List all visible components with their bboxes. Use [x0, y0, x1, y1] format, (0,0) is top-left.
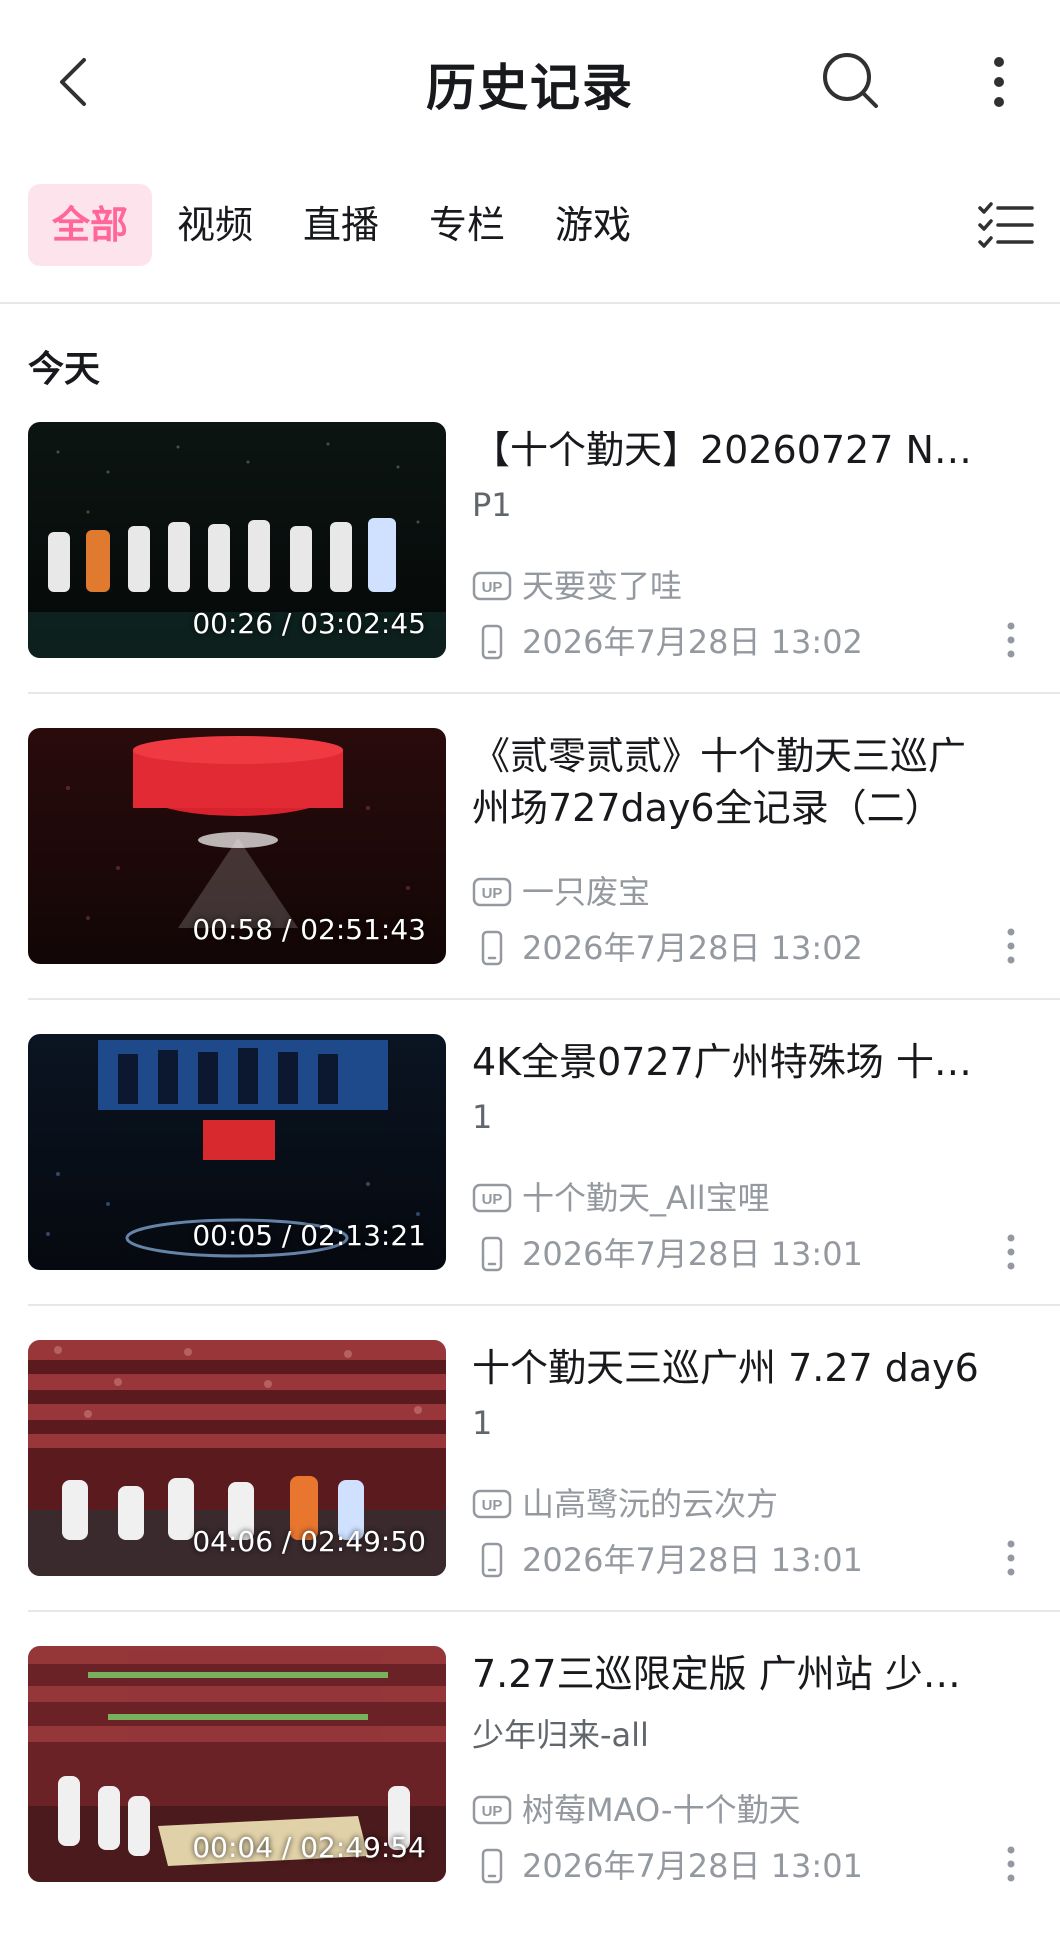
watch-time: 2026年7月28日 13:02 [522, 623, 863, 661]
video-thumbnail[interactable]: 00:26 / 03:02:45 [28, 422, 446, 658]
divider [28, 692, 1060, 694]
video-subtitle: 1 [472, 1098, 493, 1136]
uploader-name: 十个勤天_All宝哩 [522, 1179, 770, 1217]
video-subtitle: 少年归来-all [472, 1716, 649, 1754]
history-item[interactable]: 00:05 / 02:13:21 4K全景0727广州特殊场 十个勤天 1 UP… [0, 1034, 1060, 1340]
more-options-button[interactable] [976, 52, 1022, 112]
category-tabs: 全部 视频 直播 专栏 游戏 [0, 180, 1060, 270]
video-subtitle: 1 [472, 1404, 493, 1442]
tab-all[interactable]: 全部 [28, 184, 152, 266]
video-title: 【十个勤天】20260727 NEW 1 [472, 428, 992, 472]
divider [28, 1304, 1060, 1306]
watch-time-row: 2026年7月28日 13:02 [472, 924, 863, 968]
video-thumbnail[interactable]: 00:04 / 02:49:54 [28, 1646, 446, 1882]
up-badge-icon: UP [472, 1183, 512, 1213]
divider [28, 998, 1060, 1000]
video-title: 十个勤天三巡广州 7.27 day6 [472, 1346, 979, 1390]
history-item[interactable]: 00:26 / 03:02:45 【十个勤天】20260727 NEW 1 P1… [0, 422, 1060, 728]
video-subtitle: P1 [472, 486, 512, 524]
more-vertical-icon [994, 57, 1004, 107]
filter-list-icon [978, 202, 1034, 248]
svg-text:UP: UP [482, 579, 503, 596]
more-vertical-icon [1007, 1234, 1015, 1270]
uploader-name: 树莓MAO-十个勤天 [522, 1791, 801, 1829]
video-duration: 00:26 / 03:02:45 [192, 607, 426, 640]
item-more-button[interactable] [996, 1230, 1026, 1274]
more-vertical-icon [1007, 1846, 1015, 1882]
svg-text:UP: UP [482, 1191, 503, 1208]
video-title: 《贰零贰贰》十个勤天三巡广州场727day6全记录（二） [472, 734, 967, 830]
watch-time-row: 2026年7月28日 13:01 [472, 1842, 863, 1886]
video-duration: 04:06 / 02:49:50 [192, 1525, 426, 1558]
divider [0, 302, 1060, 304]
video-title: 7.27三巡限定版 广州站 少年归来 [472, 1652, 992, 1696]
video-duration: 00:05 / 02:13:21 [192, 1219, 426, 1252]
search-button[interactable] [820, 50, 882, 112]
divider [28, 1610, 1060, 1612]
up-badge-icon: UP [472, 571, 512, 601]
history-item[interactable]: 00:58 / 02:51:43 《贰零贰贰》十个勤天三巡广州场727day6全… [0, 728, 1060, 1034]
watch-time: 2026年7月28日 13:01 [522, 1235, 863, 1273]
svg-text:UP: UP [482, 885, 503, 902]
search-icon [823, 53, 878, 108]
uploader-name: 一只废宝 [522, 873, 651, 911]
watch-time-row: 2026年7月28日 13:01 [472, 1230, 863, 1274]
tab-game[interactable]: 游戏 [538, 184, 648, 266]
up-badge-icon: UP [472, 877, 512, 907]
page-title: 历史记录 [426, 59, 634, 117]
history-item[interactable]: 04:06 / 02:49:50 十个勤天三巡广州 7.27 day6 1 UP… [0, 1340, 1060, 1646]
uploader-name: 天要变了哇 [522, 567, 683, 605]
phone-icon [481, 930, 503, 966]
more-vertical-icon [1007, 928, 1015, 964]
video-thumbnail[interactable]: 00:05 / 02:13:21 [28, 1034, 446, 1270]
video-title: 4K全景0727广州特殊场 十个勤天 [472, 1040, 992, 1084]
phone-icon [481, 624, 503, 660]
uploader-row: UP 山高鹭沅的云次方 [472, 1480, 778, 1524]
up-badge-icon: UP [472, 1795, 512, 1825]
uploader-row: UP 一只废宝 [472, 868, 650, 912]
phone-icon [481, 1542, 503, 1578]
watch-time: 2026年7月28日 13:01 [522, 1847, 863, 1885]
uploader-name: 山高鹭沅的云次方 [522, 1485, 779, 1523]
svg-text:UP: UP [482, 1803, 503, 1820]
filter-button[interactable] [978, 200, 1034, 250]
video-duration: 00:58 / 02:51:43 [192, 913, 426, 946]
item-more-button[interactable] [996, 1536, 1026, 1580]
video-thumbnail[interactable]: 00:58 / 02:51:43 [28, 728, 446, 964]
tab-video[interactable]: 视频 [160, 184, 270, 266]
uploader-row: UP 树莓MAO-十个勤天 [472, 1786, 801, 1830]
tab-article[interactable]: 专栏 [412, 184, 522, 266]
item-more-button[interactable] [996, 618, 1026, 662]
uploader-row: UP 十个勤天_All宝哩 [472, 1174, 770, 1218]
section-title-today: 今天 [28, 349, 101, 390]
up-badge-icon: UP [472, 1489, 512, 1519]
watch-time-row: 2026年7月28日 13:01 [472, 1536, 863, 1580]
history-item[interactable]: 00:04 / 02:49:54 7.27三巡限定版 广州站 少年归来 少年归来… [0, 1646, 1060, 1952]
top-bar: 历史记录 [0, 0, 1060, 160]
watch-time: 2026年7月28日 13:01 [522, 1541, 863, 1579]
more-vertical-icon [1007, 622, 1015, 658]
watch-time: 2026年7月28日 13:02 [522, 929, 863, 967]
video-duration: 00:04 / 02:49:54 [192, 1831, 426, 1864]
tab-live[interactable]: 直播 [286, 184, 396, 266]
video-thumbnail[interactable]: 04:06 / 02:49:50 [28, 1340, 446, 1576]
watch-time-row: 2026年7月28日 13:02 [472, 618, 863, 662]
svg-text:UP: UP [482, 1497, 503, 1514]
phone-icon [481, 1848, 503, 1884]
more-vertical-icon [1007, 1540, 1015, 1576]
item-more-button[interactable] [996, 1842, 1026, 1886]
phone-icon [481, 1236, 503, 1272]
uploader-row: UP 天要变了哇 [472, 562, 682, 606]
item-more-button[interactable] [996, 924, 1026, 968]
